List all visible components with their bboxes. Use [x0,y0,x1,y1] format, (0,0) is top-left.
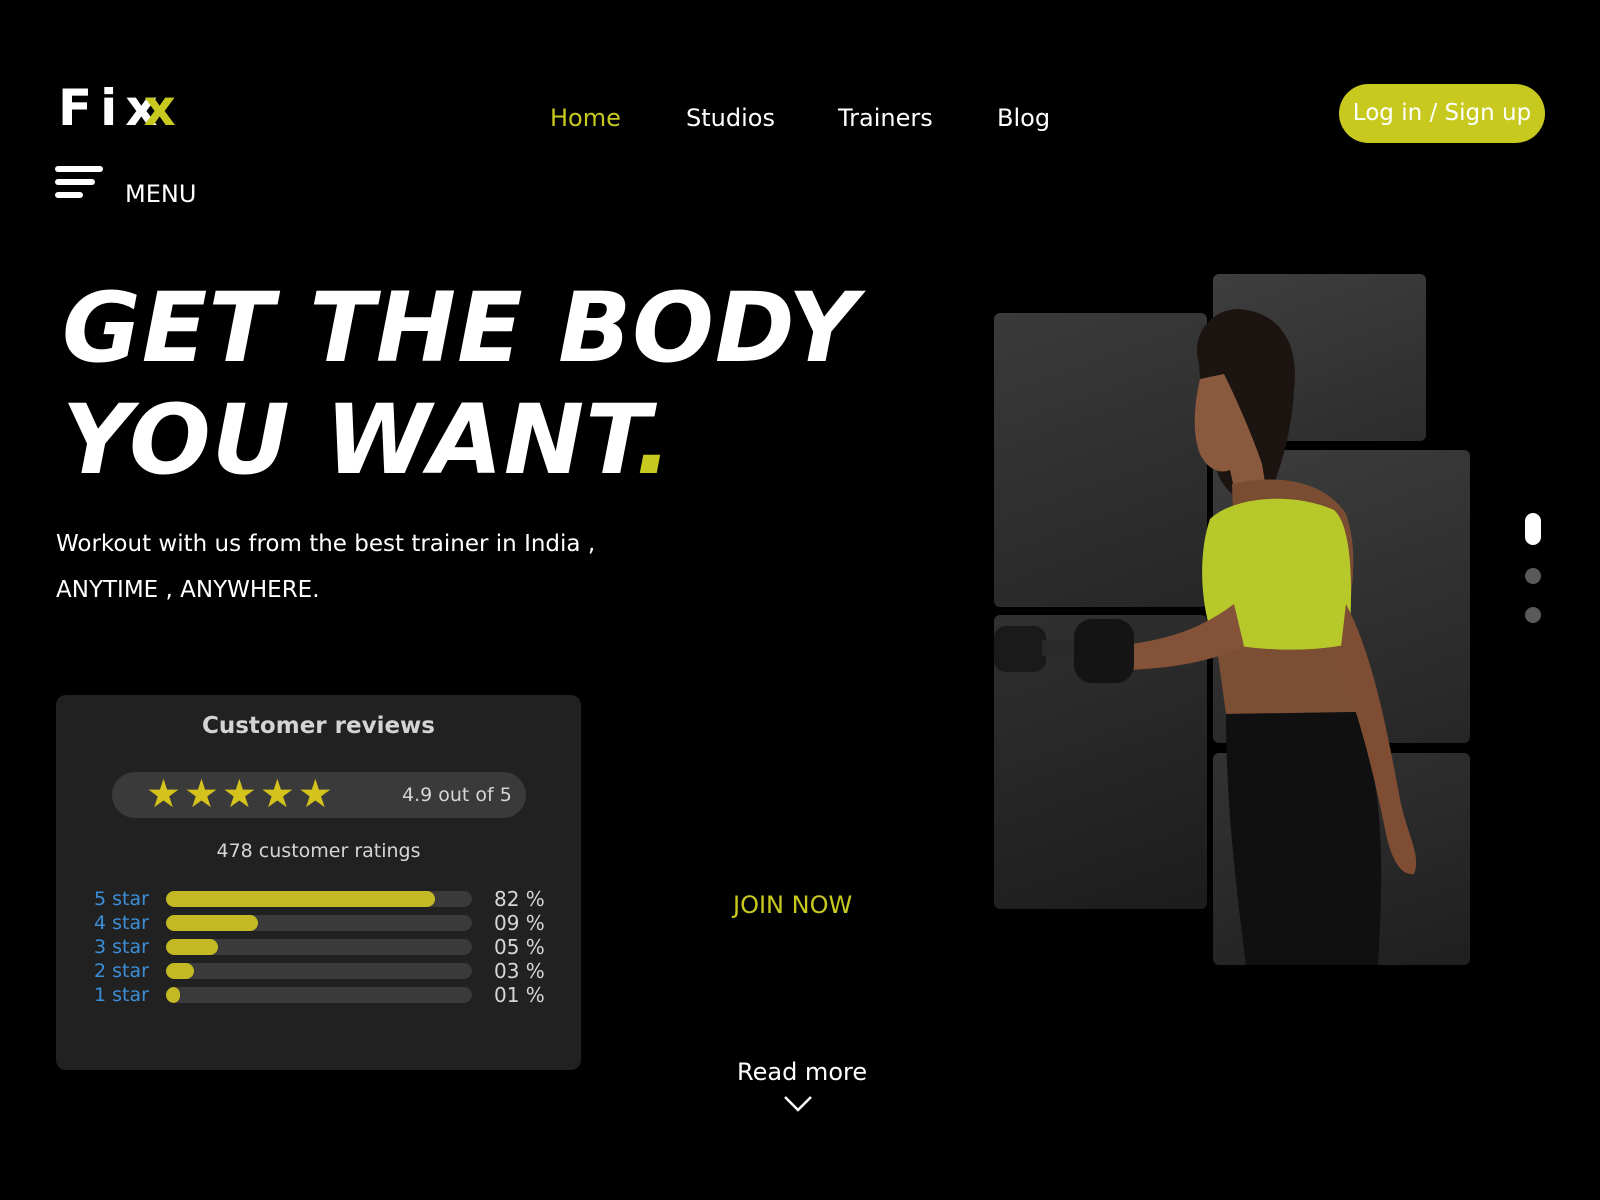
athlete-figure-image [994,309,1417,965]
hero-title-dot: . [635,384,673,496]
rating-bar-fill [166,963,194,979]
rating-bar-track [166,891,472,907]
rating-bar-percent: 05 % [494,935,545,959]
rating-bar-label[interactable]: 3 star [94,935,149,959]
rating-bar-row: 2 star 03 % [94,959,554,983]
rating-bar-row: 4 star 09 % [94,911,554,935]
logo-accent: x [143,79,176,137]
rating-bar-row: 3 star 05 % [94,935,554,959]
hero-subtitle-line1: Workout with us from the best trainer in… [56,531,596,557]
carousel-dot[interactable] [1525,607,1541,623]
rating-bar-label[interactable]: 5 star [94,887,149,911]
chevron-down-icon[interactable] [783,1094,813,1114]
nav-trainers[interactable]: Trainers [838,100,933,136]
rating-bar-fill [166,891,436,907]
customer-reviews-card: Customer reviews ★★★★★ 4.9 out of 5 478 … [56,695,581,1070]
nav-home[interactable]: Home [550,100,621,136]
nav-studios[interactable]: Studios [686,100,775,136]
rating-bar-label[interactable]: 2 star [94,959,149,983]
rating-text: 4.9 out of 5 [402,784,512,806]
hamburger-icon[interactable] [55,166,103,200]
rating-bar-row: 5 star 82 % [94,887,554,911]
login-signup-button[interactable]: Log in / Sign up [1339,84,1545,143]
rating-bar-track [166,987,472,1003]
rating-summary: ★★★★★ 4.9 out of 5 [112,772,526,818]
brand-logo[interactable]: Fixx [58,78,176,138]
carousel-dot-active[interactable] [1525,513,1541,545]
carousel-dot[interactable] [1525,568,1541,584]
star-rating-icon: ★★★★★ [146,772,336,817]
rating-bar-row: 1 star 01 % [94,983,554,1007]
ratings-count: 478 customer ratings [216,840,421,862]
rating-bar-track [166,963,472,979]
rating-bar-percent: 01 % [494,983,545,1007]
nav-blog[interactable]: Blog [997,100,1050,136]
hero-subtitle-line2: ANYTIME , ANYWHERE. [56,577,320,603]
menu-label[interactable]: MENU [125,176,196,212]
rating-bar-percent: 82 % [494,887,545,911]
hero-title-line2: YOU WANT [62,384,636,496]
rating-bar-percent: 09 % [494,911,545,935]
rating-bar-track [166,915,472,931]
rating-bar-percent: 03 % [494,959,545,983]
reviews-title: Customer reviews [201,713,435,739]
rating-bar-fill [166,915,258,931]
rating-bar-track [166,939,472,955]
rating-bar-fill [166,939,219,955]
join-now-link[interactable]: JOIN NOW [733,887,852,923]
rating-bar-fill [166,987,180,1003]
rating-bar-label[interactable]: 1 star [94,983,149,1007]
rating-bar-label[interactable]: 4 star [94,911,149,935]
hero-title-line1: GET THE BODY [62,272,859,384]
hero-title: GET THE BODY YOU WANT. [62,272,859,496]
read-more-link[interactable]: Read more [737,1054,867,1090]
